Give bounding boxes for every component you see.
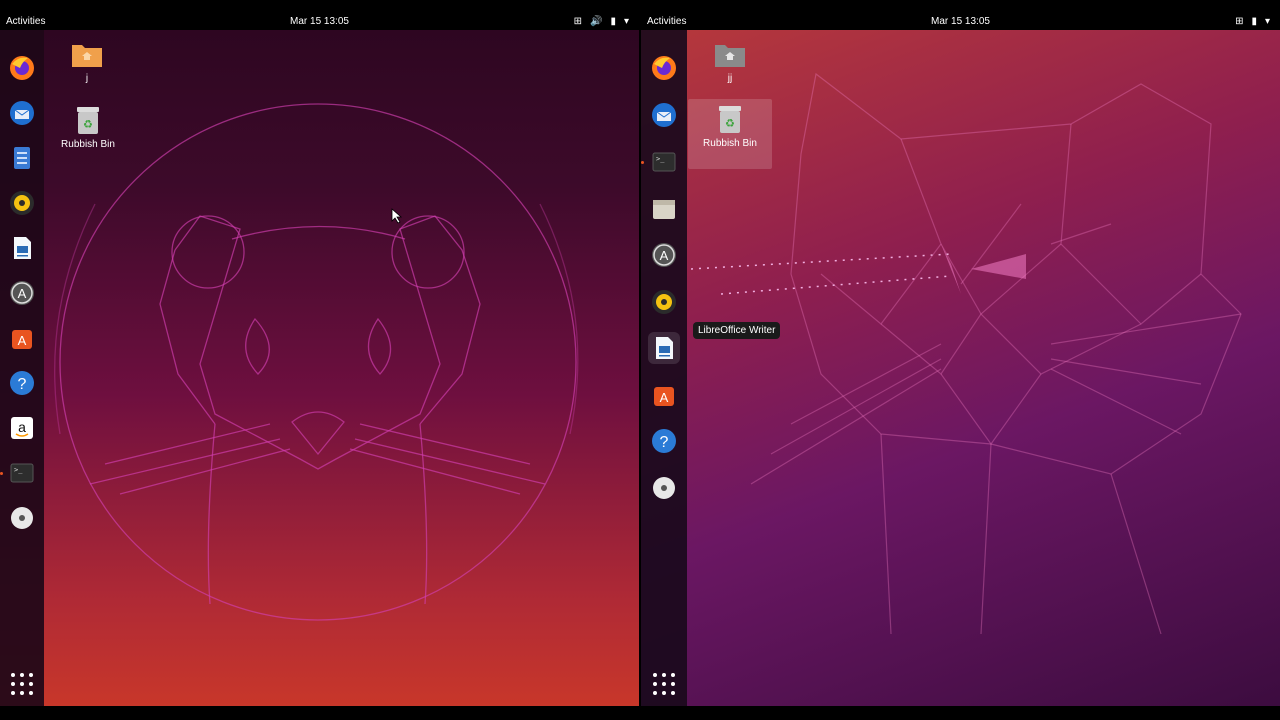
firefox-icon	[10, 56, 34, 80]
svg-text:?: ?	[18, 376, 27, 393]
dock-files[interactable]	[648, 193, 680, 225]
trash-icon: ♻	[714, 103, 746, 135]
svg-text:>_: >_	[656, 155, 665, 163]
desktop-rubbish-bin[interactable]: ♻ Rubbish Bin	[688, 99, 772, 169]
dotted-line	[720, 275, 952, 295]
software-updater-icon: A	[10, 281, 34, 305]
writer-icon	[656, 337, 673, 359]
network-icon: ⊞	[1235, 16, 1244, 27]
dock-ubuntu-software[interactable]: A	[648, 379, 680, 411]
desktop-home-folder[interactable]: j	[58, 38, 116, 84]
running-indicator	[641, 161, 644, 164]
volume-icon: 🔊	[590, 16, 603, 27]
dvd-icon	[11, 507, 33, 529]
help-icon: ?	[10, 371, 34, 395]
amazon-icon: a	[11, 417, 33, 439]
ubuntu-software-icon: A	[12, 330, 32, 349]
dotted-line	[690, 253, 952, 270]
svg-text:A: A	[18, 333, 27, 348]
dock-rhythmbox[interactable]	[648, 286, 680, 318]
home-folder-icon	[714, 38, 746, 70]
dock-writer[interactable]	[6, 232, 38, 264]
thunderbird-icon	[10, 101, 34, 125]
show-applications-button[interactable]	[650, 670, 678, 698]
app-grid-icon	[653, 673, 675, 695]
home-folder-label: jj	[727, 73, 733, 84]
home-folder-icon	[71, 38, 103, 70]
dock-terminal[interactable]: >_	[6, 457, 38, 489]
svg-text:♻: ♻	[725, 117, 735, 130]
chevron-down-icon: ▾	[1264, 16, 1270, 27]
top-bar: Activities Mar 15 13:05 ⊞ ▮ ▾	[641, 14, 1280, 30]
activities-button[interactable]: Activities	[6, 16, 45, 27]
dock: A A ? a >_	[0, 30, 44, 706]
svg-text:?: ?	[660, 434, 669, 451]
dock-dvd[interactable]	[648, 472, 680, 504]
dock: >_ A A ?	[641, 30, 687, 706]
svg-text:a: a	[18, 419, 26, 435]
files-icon	[653, 200, 675, 219]
running-indicator	[0, 472, 3, 475]
system-tray[interactable]: ⊞ ▮ ▾	[1235, 15, 1270, 29]
home-folder-label: j	[85, 73, 89, 84]
network-icon: ⊞	[573, 16, 582, 27]
svg-text:A: A	[660, 390, 669, 405]
dock-help[interactable]: ?	[648, 425, 680, 457]
top-bar: Activities Mar 15 13:05 ⊞ 🔊 ▮ ▾	[0, 14, 639, 30]
dock-terminal[interactable]: >_	[648, 146, 680, 178]
svg-text:A: A	[18, 286, 27, 301]
svg-text:A: A	[660, 248, 669, 263]
software-updater-icon: A	[652, 243, 676, 267]
thunderbird-icon	[652, 103, 676, 127]
activities-button[interactable]: Activities	[647, 16, 686, 27]
clock[interactable]: Mar 15 13:05	[931, 16, 990, 27]
battery-icon: ▮	[1251, 16, 1257, 27]
svg-text:♻: ♻	[83, 118, 93, 131]
terminal-icon: >_	[10, 463, 34, 483]
dock-firefox[interactable]	[648, 52, 680, 84]
writer-icon	[14, 237, 31, 259]
dock-thunderbird[interactable]	[6, 97, 38, 129]
dock-files[interactable]	[6, 142, 38, 174]
dock-dvd[interactable]	[6, 502, 38, 534]
desktop-rubbish-bin[interactable]: ♻ Rubbish Bin	[58, 104, 118, 150]
dock-software-updater[interactable]: A	[6, 277, 38, 309]
right-desktop-screen: Activities Mar 15 13:05 ⊞ ▮ ▾ >_ A A ? j…	[641, 14, 1280, 706]
rhythmbox-icon	[652, 290, 676, 314]
dock-amazon[interactable]: a	[6, 412, 38, 444]
files-icon	[14, 147, 30, 169]
dock-writer[interactable]	[648, 332, 680, 364]
dvd-icon	[653, 477, 675, 499]
desktop-home-folder[interactable]: jj	[701, 38, 759, 84]
system-tray[interactable]: ⊞ 🔊 ▮ ▾	[574, 15, 629, 29]
app-grid-icon	[11, 673, 33, 695]
dock-thunderbird[interactable]	[648, 99, 680, 131]
trash-icon: ♻	[72, 104, 104, 136]
dock-ubuntu-software[interactable]: A	[6, 322, 38, 354]
show-applications-button[interactable]	[8, 670, 36, 698]
rubbish-bin-label: Rubbish Bin	[703, 138, 757, 149]
svg-text:>_: >_	[14, 466, 23, 474]
left-desktop-screen: Activities Mar 15 13:05 ⊞ 🔊 ▮ ▾ A A ? a …	[0, 14, 639, 706]
dock-help[interactable]: ?	[6, 367, 38, 399]
dock-tooltip: LibreOffice Writer	[693, 322, 781, 339]
help-icon: ?	[652, 429, 676, 453]
dock-firefox[interactable]	[6, 52, 38, 84]
mouse-cursor-icon	[391, 208, 403, 224]
clock[interactable]: Mar 15 13:05	[290, 16, 349, 27]
ubuntu-software-icon: A	[654, 387, 674, 406]
rubbish-bin-label: Rubbish Bin	[61, 139, 115, 150]
battery-icon: ▮	[610, 16, 616, 27]
firefox-icon	[652, 56, 676, 80]
rhythmbox-icon	[10, 191, 34, 215]
dock-software-updater[interactable]: A	[648, 239, 680, 271]
chevron-down-icon: ▾	[623, 16, 629, 27]
dock-rhythmbox[interactable]	[6, 187, 38, 219]
terminal-icon: >_	[652, 152, 676, 172]
